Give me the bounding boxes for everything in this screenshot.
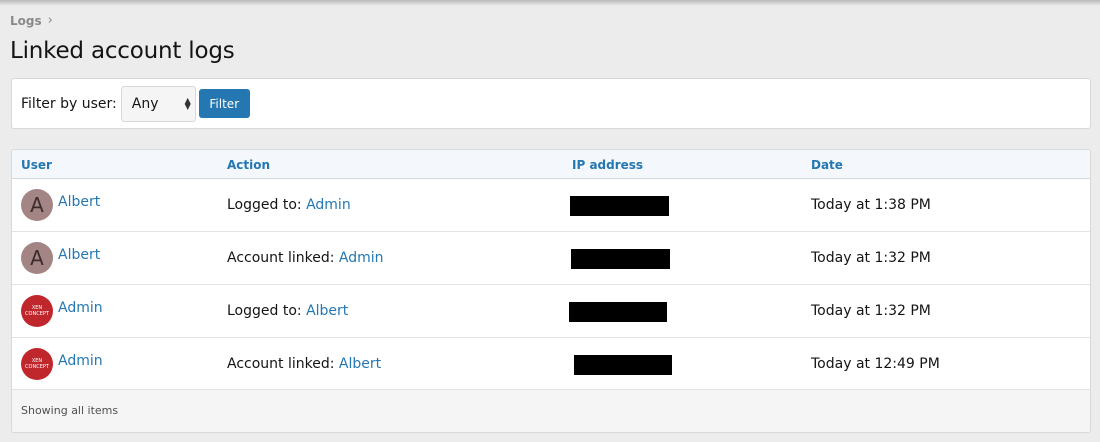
action-prefix: Account linked: xyxy=(227,356,335,372)
table-row: A Albert Logged to: Admin Today at 1:38 … xyxy=(12,179,1090,232)
logs-table: User Action IP address Date A Albert Log… xyxy=(11,149,1091,433)
select-arrows-icon: ▲ ▼ xyxy=(184,95,191,111)
user-link[interactable]: Admin xyxy=(58,353,103,369)
ip-redaction xyxy=(574,355,672,375)
user-select-value: Any xyxy=(131,95,159,112)
action-prefix: Logged to: xyxy=(227,197,302,213)
table-row: XEN CONCEPT Admin Logged to: Albert Today… xyxy=(12,285,1090,338)
ip-redaction xyxy=(570,196,669,216)
filter-bar: Filter by user: Any ▲ ▼ Filter xyxy=(11,78,1091,129)
user-link[interactable]: Admin xyxy=(58,300,103,316)
action-target-link[interactable]: Admin xyxy=(306,197,351,213)
page-title: Linked account logs xyxy=(10,38,235,64)
user-select[interactable]: Any ▲ ▼ xyxy=(120,85,196,122)
breadcrumb: Logs › xyxy=(10,13,53,28)
ip-redaction xyxy=(569,302,667,322)
user-link[interactable]: Albert xyxy=(58,194,100,210)
action-cell: Logged to: Admin xyxy=(227,197,351,213)
top-shadow xyxy=(0,0,1100,6)
chevron-right-icon: › xyxy=(47,13,53,28)
action-cell: Logged to: Albert xyxy=(227,303,348,319)
column-header-date[interactable]: Date xyxy=(811,158,843,172)
action-target-link[interactable]: Albert xyxy=(339,356,381,372)
action-cell: Account linked: Albert xyxy=(227,356,381,372)
filter-button[interactable]: Filter xyxy=(198,89,250,118)
breadcrumb-logs-link[interactable]: Logs xyxy=(10,14,42,28)
table-row: XEN CONCEPT Admin Account linked: Albert … xyxy=(12,338,1090,391)
date-cell: Today at 12:49 PM xyxy=(811,356,940,372)
action-cell: Account linked: Admin xyxy=(227,250,384,266)
table-header: User Action IP address Date xyxy=(12,150,1090,179)
date-cell: Today at 1:32 PM xyxy=(811,250,931,266)
action-target-link[interactable]: Albert xyxy=(306,303,348,319)
action-target-link[interactable]: Admin xyxy=(339,250,384,266)
avatar[interactable]: XEN CONCEPT xyxy=(21,295,53,327)
showing-items-text: Showing all items xyxy=(21,404,119,417)
user-link[interactable]: Albert xyxy=(58,247,100,263)
date-cell: Today at 1:32 PM xyxy=(811,303,931,319)
action-prefix: Account linked: xyxy=(227,250,335,266)
filter-label: Filter by user: xyxy=(21,95,117,112)
column-header-user[interactable]: User xyxy=(21,158,52,172)
ip-redaction xyxy=(571,249,670,269)
table-footer: Showing all items xyxy=(12,389,1090,432)
table-row: A Albert Account linked: Admin Today at … xyxy=(12,232,1090,285)
avatar[interactable]: XEN CONCEPT xyxy=(21,348,53,380)
column-header-action[interactable]: Action xyxy=(227,158,270,172)
action-prefix: Logged to: xyxy=(227,303,302,319)
avatar[interactable]: A xyxy=(21,189,53,221)
avatar[interactable]: A xyxy=(21,242,53,274)
column-header-ip[interactable]: IP address xyxy=(572,158,643,172)
date-cell: Today at 1:38 PM xyxy=(811,197,931,213)
